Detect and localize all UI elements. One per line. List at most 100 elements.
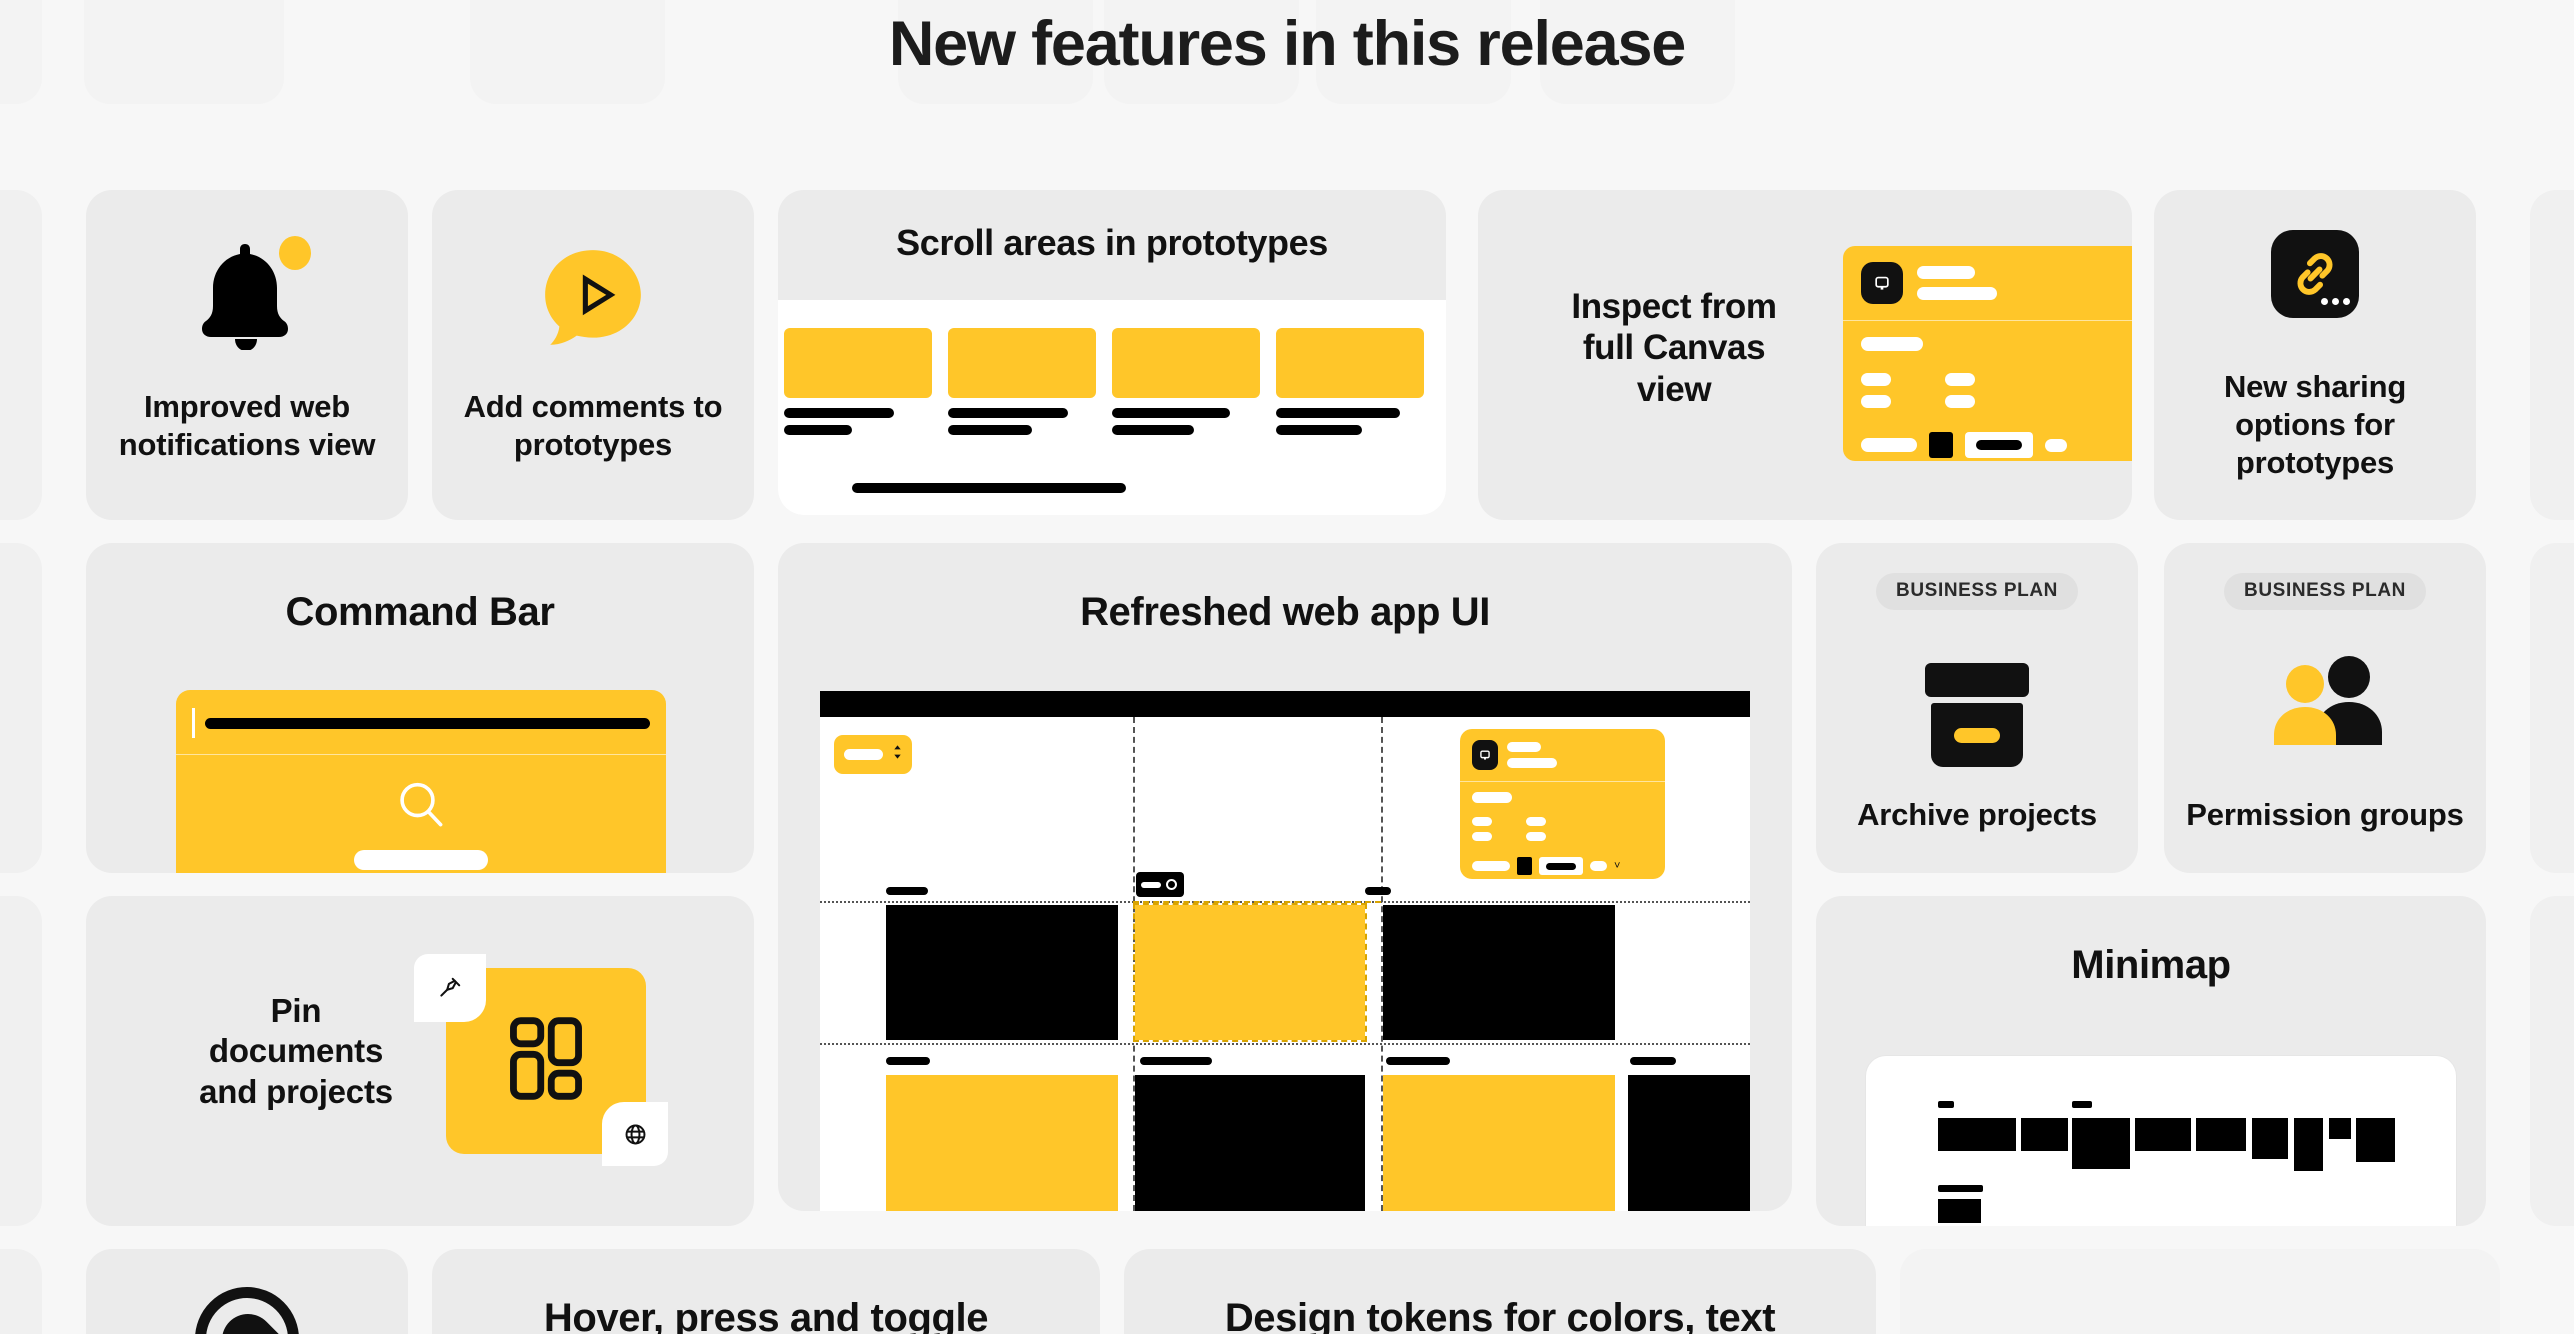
bell-icon <box>187 236 311 351</box>
frame-label <box>1630 1057 1676 1065</box>
card-minimap[interactable]: Minimap <box>1816 896 2486 1226</box>
property-line <box>1472 832 1492 841</box>
pinned-project-tile[interactable] <box>414 954 668 1166</box>
minimap-block[interactable] <box>2356 1118 2395 1162</box>
code-value-line <box>1546 862 1576 870</box>
card-add-comments-to-prototypes[interactable]: Add comments to prototypes <box>432 190 754 520</box>
color-swatch[interactable] <box>1517 857 1532 875</box>
archive-box-icon <box>1925 663 2029 767</box>
chevron-down-icon[interactable]: ˅ <box>1614 860 1620 872</box>
frame-thumbnail[interactable] <box>886 1075 1118 1211</box>
edge-card-left-row2 <box>0 543 42 873</box>
thumbnail-image <box>784 328 932 398</box>
app-dropdown[interactable] <box>834 735 912 774</box>
card-hover-press-and-toggle[interactable]: Hover, press and toggle <box>432 1249 1100 1334</box>
section-label-line <box>1472 792 1512 803</box>
inspect-panel-icon <box>1843 246 2132 461</box>
minimap-block[interactable] <box>2196 1118 2246 1151</box>
frame-thumbnail[interactable] <box>1383 1075 1615 1211</box>
archive-handle <box>1954 727 2000 743</box>
panel-title-line <box>1507 742 1541 752</box>
minimap-block[interactable] <box>2135 1118 2191 1151</box>
property-line <box>1861 395 1891 408</box>
app-topbar <box>820 691 1750 717</box>
card-permission-groups[interactable]: BUSINESS PLAN Permission groups <box>2164 543 2486 873</box>
card-title: Scroll areas in prototypes <box>896 222 1328 263</box>
minimap-block[interactable] <box>2072 1118 2130 1169</box>
minimap-block[interactable] <box>2329 1118 2351 1139</box>
card-improved-web-notifications[interactable]: Improved web notifications view <box>86 190 408 520</box>
scroll-thumbnail-item[interactable] <box>1276 328 1424 435</box>
edge-card-right-row2 <box>2530 543 2574 873</box>
thumbnail-image <box>1276 328 1424 398</box>
status-badge: BUSINESS PLAN <box>1876 573 2078 610</box>
scroll-thumbnail-item[interactable] <box>1112 328 1260 435</box>
frame-label <box>886 1057 930 1065</box>
thumbnail-sub-line <box>1276 425 1362 435</box>
compass-needle <box>211 1303 285 1334</box>
minimap-block[interactable] <box>2252 1118 2288 1159</box>
command-input-text <box>205 717 650 729</box>
minimap-preview[interactable] <box>1866 1056 2456 1226</box>
more-options-icon[interactable] <box>2321 298 2350 305</box>
frame-label <box>1386 1057 1450 1065</box>
compass-icon <box>195 1287 299 1334</box>
minimap-block[interactable] <box>1938 1118 2016 1151</box>
globe-icon[interactable] <box>602 1102 668 1166</box>
scroll-area-preview <box>778 300 1446 515</box>
card-compass[interactable] <box>86 1249 408 1334</box>
archive-body <box>1931 703 2023 767</box>
property-line <box>1861 373 1891 386</box>
inspect-panel-header <box>1843 246 2132 320</box>
card-caption: New sharing options for prototypes <box>2223 369 2407 480</box>
edge-card-left-row3 <box>0 896 42 1226</box>
color-swatch[interactable] <box>1929 432 1953 458</box>
card-scroll-areas-in-prototypes[interactable]: Scroll areas in prototypes <box>778 190 1446 515</box>
card-new-sharing-options[interactable]: New sharing options for prototypes <box>2154 190 2476 520</box>
scroll-thumbnail-item[interactable] <box>784 328 932 435</box>
card-design-tokens[interactable]: Design tokens for colors, text <box>1124 1249 1876 1334</box>
frame-thumbnail-selected[interactable] <box>1133 903 1367 1042</box>
code-label-line <box>1861 438 1917 452</box>
card-inspect-from-full-canvas-view[interactable]: Inspect from full Canvas view <box>1478 190 2132 520</box>
code-field[interactable] <box>1965 432 2033 458</box>
code-field[interactable] <box>1539 857 1583 875</box>
edge-card-left-row1 <box>0 190 42 520</box>
thumbnail-sub-line <box>784 425 852 435</box>
frame-thumbnail[interactable] <box>1135 1075 1365 1211</box>
edge-card-right-row1 <box>2530 190 2574 520</box>
card-title: Refreshed web app UI <box>1080 590 1490 634</box>
card-command-bar[interactable]: Command Bar <box>86 543 754 873</box>
panel-sub-line <box>1507 758 1557 768</box>
web-app-preview[interactable]: ˅ <box>820 691 1750 1211</box>
unit-line <box>1590 861 1607 871</box>
text-caret <box>192 708 195 738</box>
scroll-thumbnail-item[interactable] <box>948 328 1096 435</box>
frame-thumbnail[interactable] <box>1383 905 1615 1040</box>
minimap-label <box>2072 1101 2092 1108</box>
thumbnail-title-line <box>948 408 1068 418</box>
edge-card-left-row4 <box>0 1249 42 1334</box>
floating-inspect-panel[interactable]: ˅ <box>1460 729 1665 879</box>
section-label-line <box>1861 337 1923 351</box>
minimap-block[interactable] <box>2294 1118 2323 1171</box>
command-bar-preview[interactable] <box>176 690 666 873</box>
command-input-row[interactable] <box>176 690 666 754</box>
card-archive-projects[interactable]: BUSINESS PLAN Archive projects <box>1816 543 2138 873</box>
frame-thumbnail[interactable] <box>886 905 1118 1040</box>
command-result-line <box>354 850 488 870</box>
card-pin-documents-and-projects[interactable]: Pin documents and projects <box>86 896 754 1226</box>
frame-label <box>1140 1057 1212 1065</box>
frame-thumbnail[interactable] <box>1628 1075 1750 1211</box>
pin-icon[interactable] <box>414 954 486 1022</box>
minimap-block[interactable] <box>1938 1199 1981 1223</box>
card-refreshed-web-app-ui[interactable]: Refreshed web app UI ˅ <box>778 543 1792 1211</box>
grid-layout-icon <box>509 1017 583 1106</box>
horizontal-scrollbar[interactable] <box>852 483 1126 493</box>
scroll-thumbnail-strip[interactable] <box>784 328 1424 435</box>
panel-sub-line <box>1917 287 1997 300</box>
edge-card-bottom-right <box>1900 1249 2500 1334</box>
inspect-panel-body <box>1843 321 2132 461</box>
frame-icon <box>1861 262 1903 304</box>
minimap-block[interactable] <box>2021 1118 2068 1151</box>
